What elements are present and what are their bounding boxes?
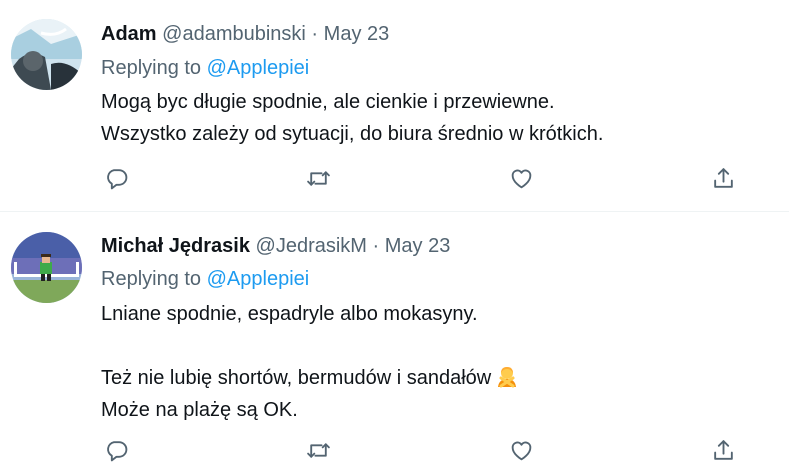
tweet-text-line: Wszystko zależy od sytuacji, do biura śr…	[101, 123, 604, 145]
tweet-date[interactable]: May 23	[385, 235, 451, 257]
like-button[interactable]	[506, 435, 536, 465]
replying-to: Replying to @Applepiei	[101, 266, 309, 292]
tweet-date[interactable]: May 23	[324, 23, 390, 45]
tweet-header: Adam @adambubinski · May 23	[101, 21, 389, 47]
retweet-icon	[306, 442, 330, 458]
reply-button[interactable]	[101, 163, 131, 193]
tweet-text-line: Lniane spodnie, espadryle albo mokasyny.	[101, 303, 478, 325]
retweet-icon	[306, 170, 330, 186]
author-name[interactable]: Adam	[101, 23, 157, 45]
share-button[interactable]	[708, 435, 738, 465]
tweet-text-line: Może na plażę są OK.	[101, 399, 298, 421]
tweet-text-line: Też nie lubię shortów, bermudów i sandał…	[101, 367, 492, 389]
tweet[interactable]: Adam @adambubinski · May 23 Replying to …	[0, 0, 789, 211]
retweet-button[interactable]	[303, 163, 333, 193]
tweet-text: Mogą byc długie spodnie, ale cienkie i p…	[101, 86, 603, 150]
reply-icon	[106, 168, 127, 189]
share-icon	[713, 439, 733, 460]
tweet-text-line-with-emoji: Też nie lubię shortów, bermudów i sandał…	[101, 362, 519, 394]
share-icon	[713, 167, 733, 188]
avatar[interactable]	[11, 19, 82, 90]
separator-dot: ·	[372, 235, 380, 257]
like-icon	[511, 441, 531, 460]
avatar[interactable]	[11, 232, 82, 303]
author-handle[interactable]: @JedrasikM	[256, 235, 367, 257]
share-button[interactable]	[708, 163, 738, 193]
retweet-button[interactable]	[303, 435, 333, 465]
tweet-text-line: Mogą byc długie spodnie, ale cienkie i p…	[101, 91, 555, 113]
replying-prefix: Replying to	[101, 268, 207, 290]
author-handle[interactable]: @adambubinski	[162, 23, 306, 45]
separator-dot: ·	[311, 23, 319, 45]
tweet[interactable]: Michał Jędrasik @JedrasikM · May 23 Repl…	[0, 212, 789, 476]
tweet-text: Lniane spodnie, espadryle albo mokasyny.…	[101, 298, 519, 426]
replying-prefix: Replying to	[101, 57, 207, 79]
like-button[interactable]	[506, 163, 536, 193]
author-name[interactable]: Michał Jędrasik	[101, 235, 250, 257]
tweet-actions	[0, 435, 789, 465]
tweet-header: Michał Jędrasik @JedrasikM · May 23	[101, 233, 450, 259]
mention-link[interactable]: @Applepiei	[207, 57, 310, 79]
replying-to: Replying to @Applepiei	[101, 55, 309, 81]
tweet-actions	[0, 163, 789, 193]
person-gesturing-no-emoji	[495, 364, 519, 388]
reply-button[interactable]	[101, 435, 131, 465]
reply-icon	[106, 440, 127, 461]
tweet-text-blank-line	[101, 330, 519, 362]
mention-link[interactable]: @Applepiei	[207, 268, 310, 290]
like-icon	[511, 169, 531, 188]
